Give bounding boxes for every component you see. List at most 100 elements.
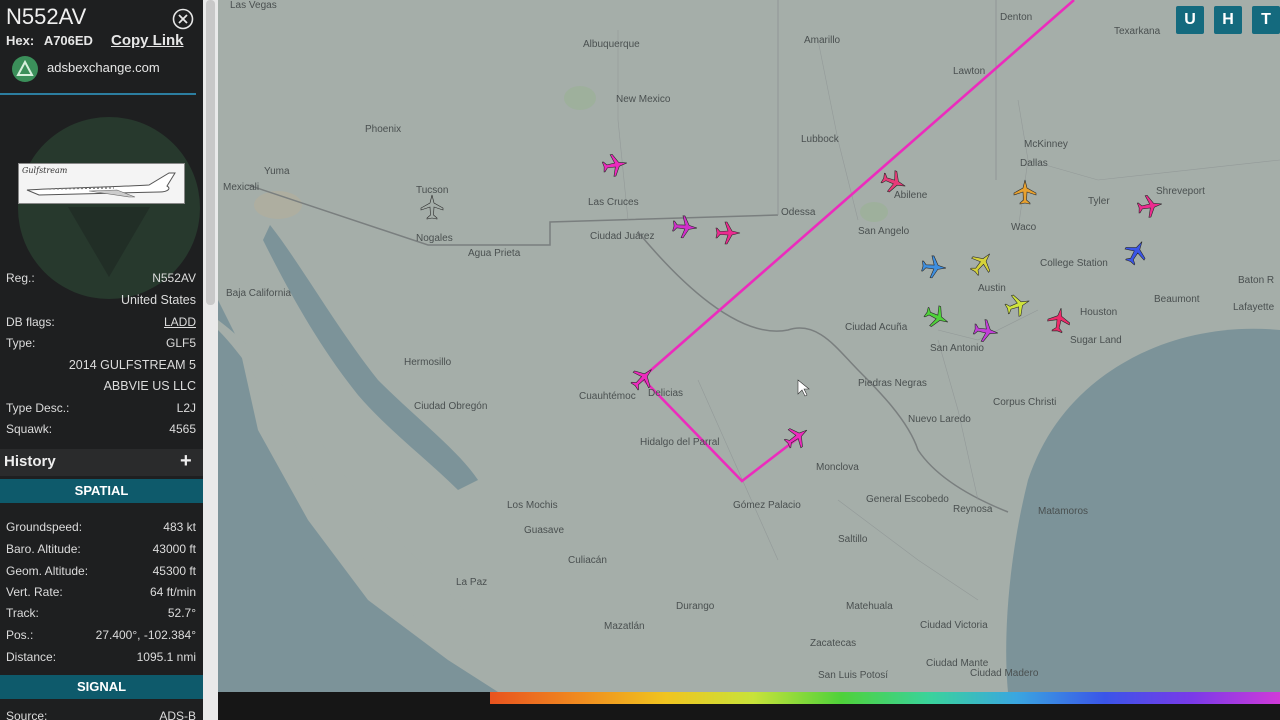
map-label-ciudad-acuna: Ciudad Acuña xyxy=(845,322,908,333)
map-label-denton: Denton xyxy=(1000,12,1033,23)
map-label-ciudad-victoria: Ciudad Victoria xyxy=(920,620,988,631)
geom-altitude-row: Geom. Altitude: 45300 ft xyxy=(6,564,196,578)
source-value: ADS-B xyxy=(159,709,196,720)
map-label-lubbock: Lubbock xyxy=(801,134,839,145)
map-label-agua-prieta: Agua Prieta xyxy=(468,248,521,259)
year-model-value: 2014 GULFSTREAM 5 xyxy=(68,358,196,372)
source-row: Source: ADS-B xyxy=(6,709,196,720)
map-label-tyler: Tyler xyxy=(1088,196,1110,207)
map-label-piedras-negras: Piedras Negras xyxy=(858,378,927,389)
adsbexchange-logo-icon[interactable] xyxy=(12,56,38,82)
source-label: Source: xyxy=(6,709,48,720)
track-label: Track: xyxy=(6,606,39,620)
callsign: N552AV xyxy=(6,4,87,29)
map-label-mexicali: Mexicali xyxy=(223,182,260,193)
map-label-mckinney: McKinney xyxy=(1024,139,1068,150)
aircraft-thumbnail: Gulfstream xyxy=(18,163,185,204)
type-desc-row: Type Desc.: L2J xyxy=(6,401,196,415)
map-label-reynosa: Reynosa xyxy=(953,504,993,515)
expand-plus-icon[interactable]: + xyxy=(180,450,192,473)
map-label-guasave: Guasave xyxy=(524,525,565,536)
map-label-hidalgo-del-parral: Hidalgo del Parral xyxy=(640,437,720,448)
map-label-abilene: Abilene xyxy=(894,190,928,201)
map-label-corpus-christi: Corpus Christi xyxy=(993,397,1057,408)
map-label-lafayette: Lafayette xyxy=(1233,302,1275,313)
distance-value: 1095.1 nmi xyxy=(136,650,196,664)
map-label-yuma: Yuma xyxy=(264,166,290,177)
map-label-las-cruces: Las Cruces xyxy=(588,197,639,208)
type-label: Type: xyxy=(6,336,36,350)
map-label-las-vegas: Las Vegas xyxy=(230,0,277,11)
altitude-gradient-bar xyxy=(490,692,1280,704)
map-label-amarillo: Amarillo xyxy=(804,35,841,46)
map-label-nogales: Nogales xyxy=(416,233,453,244)
map-label-sugar-land: Sugar Land xyxy=(1070,335,1122,346)
db-flags-value[interactable]: LADD xyxy=(164,315,196,329)
track-value: 52.7° xyxy=(167,606,196,620)
baro-altitude-row: Baro. Altitude: 43000 ft xyxy=(6,542,196,556)
distance-row: Distance: 1095.1 nmi xyxy=(6,650,196,664)
map-label-matehuala: Matehuala xyxy=(846,601,893,612)
reg-value: N552AV xyxy=(152,271,196,285)
hex-row: Hex: A706ED xyxy=(6,33,93,48)
map-label-nuevo-laredo: Nuevo Laredo xyxy=(908,414,971,425)
distance-label: Distance: xyxy=(6,650,57,664)
track-row: Track: 52.7° xyxy=(6,606,196,620)
type-row: Type: GLF5 xyxy=(6,336,196,350)
map-label-austin: Austin xyxy=(978,283,1006,294)
spatial-section-header[interactable]: SPATIAL xyxy=(0,479,203,503)
position-row: Pos.: 27.400°, -102.384° xyxy=(6,628,196,642)
map-label-culiacan: Culiacán xyxy=(568,555,607,566)
map-label-dallas: Dallas xyxy=(1020,158,1048,169)
map-label-delicias: Delicias xyxy=(648,388,684,399)
squawk-value: 4565 xyxy=(169,422,196,436)
copy-link-button[interactable]: Copy Link xyxy=(111,32,184,49)
type-desc-label: Type Desc.: xyxy=(6,401,70,415)
history-section-header[interactable]: History + xyxy=(0,449,203,476)
type-desc-value: L2J xyxy=(176,401,196,415)
squawk-label: Squawk: xyxy=(6,422,53,436)
aircraft-silhouette-icon xyxy=(26,172,176,198)
map-label-cuauhtemoc: Cuauhtémoc xyxy=(579,391,636,402)
baro-altitude-value: 43000 ft xyxy=(152,542,196,556)
map-label-shreveport: Shreveport xyxy=(1156,186,1205,197)
map-label-phoenix: Phoenix xyxy=(365,124,402,135)
map-button-t[interactable]: T xyxy=(1252,6,1280,34)
altitude-color-legend xyxy=(218,692,1280,720)
signal-section-header[interactable]: SIGNAL xyxy=(0,675,203,699)
db-flags-row: DB flags: LADD xyxy=(6,315,196,329)
squawk-row: Squawk: 4565 xyxy=(6,422,196,436)
map-label-general-escobedo: General Escobedo xyxy=(866,494,949,505)
map-label-lawton: Lawton xyxy=(953,66,986,77)
baro-altitude-label: Baro. Altitude: xyxy=(6,542,81,556)
header-divider xyxy=(0,93,196,95)
map-label-tucson: Tucson xyxy=(416,185,449,196)
vert-rate-row: Vert. Rate: 64 ft/min xyxy=(6,585,196,599)
reg-row: Reg.: N552AV xyxy=(6,271,196,285)
map-base[interactable] xyxy=(218,0,1280,692)
geom-altitude-value: 45300 ft xyxy=(152,564,196,578)
position-label: Pos.: xyxy=(6,628,34,642)
groundspeed-row: Groundspeed: 483 kt xyxy=(6,520,196,534)
hex-label: Hex: xyxy=(6,33,35,48)
map-label-ciudad-juarez: Ciudad Juárez xyxy=(590,231,655,242)
map-view[interactable]: Las Vegas Albuquerque Amarillo Lawton De… xyxy=(218,0,1280,692)
close-icon[interactable] xyxy=(172,8,194,30)
map-label-mazatlan: Mazatlán xyxy=(604,621,645,632)
map-label-new-mexico: New Mexico xyxy=(616,94,671,105)
map-button-h[interactable]: H xyxy=(1214,6,1242,34)
vert-rate-label: Vert. Rate: xyxy=(6,585,63,599)
adsbexchange-link[interactable]: adsbexchange.com xyxy=(47,60,160,75)
map-label-la-paz: La Paz xyxy=(456,577,488,588)
map-label-texarkana: Texarkana xyxy=(1114,26,1161,37)
groundspeed-label: Groundspeed: xyxy=(6,520,83,534)
map-button-u[interactable]: U xyxy=(1176,6,1204,34)
db-flags-label: DB flags: xyxy=(6,315,55,329)
map-label-saltillo: Saltillo xyxy=(838,534,868,545)
map-label-college-station: College Station xyxy=(1040,258,1108,269)
map-label-beaumont: Beaumont xyxy=(1154,294,1200,305)
country-value: United States xyxy=(120,293,196,307)
sidebar-scrollbar-thumb[interactable] xyxy=(206,0,215,305)
map-label-hermosillo: Hermosillo xyxy=(404,357,452,368)
history-label: History xyxy=(4,453,56,470)
